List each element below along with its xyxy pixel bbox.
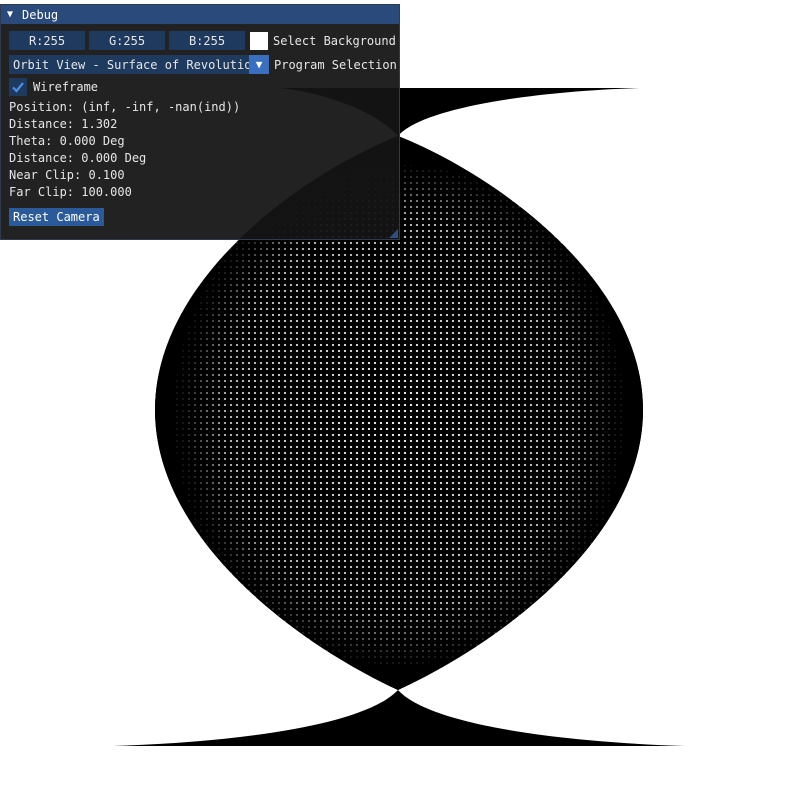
collapse-arrow-icon[interactable]: ▼ [7,9,13,20]
position-readout: Position: (inf, -inf, -nan(ind)) [9,100,241,114]
phi-readout: Distance: 0.000 Deg [9,151,147,165]
program-row: Orbit View - Surface of Revolution ▼ Pro… [9,55,397,74]
debug-title: Debug [22,7,59,22]
program-selected-value: Orbit View - Surface of Revolution [13,57,249,72]
distance-readout: Distance: 1.302 [9,117,118,131]
wireframe-row: Wireframe [9,78,98,96]
red-channel-field[interactable]: R:255 [9,31,85,50]
checkmark-icon [12,82,24,93]
mesh-bottom-cusp [113,690,685,746]
color-row: R:255 G:255 B:255 Select Background [9,31,396,50]
program-selection-combo[interactable]: Orbit View - Surface of Revolution [9,55,249,74]
theta-readout: Theta: 0.000 Deg [9,134,125,148]
background-color-swatch[interactable] [250,31,268,50]
near-clip-readout: Near Clip: 0.100 [9,168,125,182]
debug-window[interactable]: ▼ Debug R:255 G:255 B:255 Select Backgro… [0,4,400,240]
green-channel-field[interactable]: G:255 [89,31,165,50]
resize-grip-icon[interactable] [389,229,398,238]
reset-camera-button[interactable]: Reset Camera [9,208,104,226]
wireframe-label: Wireframe [33,80,99,94]
wireframe-checkbox[interactable] [9,78,27,96]
select-background-label: Select Background [273,33,396,48]
program-selection-label: Program Selection [274,57,397,72]
combo-arrow-icon[interactable]: ▼ [249,55,269,74]
blue-channel-field[interactable]: B:255 [169,31,245,50]
far-clip-readout: Far Clip: 100.000 [9,185,132,199]
debug-titlebar[interactable]: ▼ Debug [1,5,399,24]
